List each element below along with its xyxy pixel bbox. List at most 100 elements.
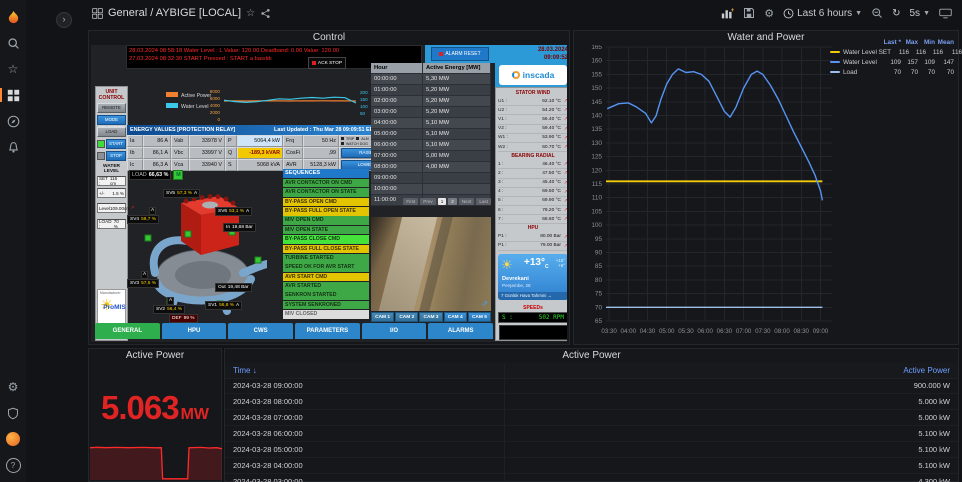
tab-i-o[interactable]: I/O bbox=[361, 323, 427, 339]
weather-forecast-link[interactable]: 7 Günlük Hava Tahmini → bbox=[498, 291, 567, 300]
grafana-logo-icon[interactable] bbox=[3, 7, 23, 27]
mimic-label-in: In 19,68 Bar bbox=[223, 223, 256, 232]
camera-button[interactable]: CAM 2 bbox=[395, 312, 419, 322]
svg-text:04:00: 04:00 bbox=[621, 328, 637, 335]
refresh-button[interactable]: ↻ bbox=[892, 8, 900, 19]
hour-table-row: 10:00:00 bbox=[371, 184, 491, 195]
dashboards-icon[interactable] bbox=[0, 85, 23, 105]
user-avatar[interactable] bbox=[3, 429, 23, 449]
pagination-button[interactable]: Prev bbox=[420, 198, 436, 205]
table-row: 2024-03-28 05:00:00 5.100 kW bbox=[225, 442, 958, 458]
svg-text:06:30: 06:30 bbox=[717, 328, 733, 335]
panel-title[interactable]: Active Power bbox=[225, 349, 958, 363]
time-range-label: Last 6 hours bbox=[797, 7, 853, 19]
sequences-panel: SEQUENCES AVR CONTACTOR ON CMD AVR CONTAC… bbox=[283, 169, 369, 321]
breadcrumb[interactable]: General / AYBIGE [LOCAL] ☆ bbox=[92, 7, 271, 19]
load-mode-button[interactable]: LOAD bbox=[97, 127, 126, 137]
time-range-picker[interactable]: Last 6 hours ▼ bbox=[783, 8, 862, 19]
water-power-chart-svg[interactable]: 165 160 155 150 145 140 135 130 125 120 115 110 105 1… bbox=[576, 44, 838, 341]
hour-table-cell: 5,20 MW bbox=[423, 107, 491, 118]
camera-button[interactable]: CAM 4 bbox=[443, 312, 467, 322]
camera-button[interactable]: CAM 1 bbox=[371, 312, 395, 322]
brand-area: inscada bbox=[495, 63, 567, 87]
help-icon[interactable]: ? bbox=[3, 455, 23, 475]
water-power-chart[interactable]: 165 160 155 150 145 140 135 130 125 120 115 110 105 1… bbox=[576, 44, 838, 346]
legend-stat-header[interactable]: Last * bbox=[883, 39, 901, 46]
sequence-step: SYSTEM SENKRONED bbox=[283, 300, 369, 310]
legend-series-name[interactable]: Water Level SET bbox=[830, 49, 891, 56]
legend-stat-header[interactable]: Mean bbox=[935, 39, 954, 46]
legend-series-name[interactable]: Load bbox=[830, 69, 883, 76]
legend-series-name[interactable]: Water Level bbox=[830, 59, 883, 66]
camera-button[interactable]: CAM 3 bbox=[419, 312, 443, 322]
panel-title[interactable]: Control bbox=[89, 31, 569, 45]
stop-button[interactable]: STOP bbox=[106, 151, 126, 161]
scada-screen: 28.03.2024 08:58:18 Water Level : L Valu… bbox=[91, 45, 567, 342]
alerting-bell-icon[interactable] bbox=[3, 137, 23, 157]
legend-stat-value: 109 bbox=[890, 58, 901, 66]
tab-general[interactable]: GENERAL bbox=[95, 323, 160, 339]
configuration-gear-icon[interactable]: ⚙ bbox=[3, 377, 23, 397]
search-icon[interactable] bbox=[3, 33, 23, 53]
kiosk-mode-button[interactable] bbox=[939, 8, 952, 19]
ack-stop-button[interactable]: ACK STOP bbox=[308, 57, 346, 69]
sidebar-expand-button[interactable]: › bbox=[56, 12, 72, 28]
pagination-button[interactable]: 2 bbox=[448, 198, 457, 205]
favorite-star-icon[interactable]: ☆ bbox=[246, 8, 255, 19]
svg-text:70: 70 bbox=[595, 304, 603, 311]
alarm-reset-button[interactable]: ALARM RESET bbox=[431, 47, 489, 61]
starred-icon[interactable]: ☆ bbox=[3, 59, 23, 79]
manufacturer-logo: Manufacturer ☀ ProMIS bbox=[97, 289, 126, 325]
unit-mini-chart[interactable]: Active Power Water Level 8000 6000 4000 2000 0… bbox=[118, 86, 372, 122]
alarm-log-line: 27.03.2024 08:32:30 START Pressed : STAR… bbox=[129, 56, 272, 62]
temperature-row: V2 :59.40 °C ↗ bbox=[498, 125, 567, 134]
load-setpoint-field[interactable]: LOAD :70 % bbox=[97, 219, 126, 229]
zoom-out-button[interactable] bbox=[871, 7, 883, 19]
legend-stat-header[interactable]: Min bbox=[918, 39, 935, 46]
hour-table-cell: 5,20 MW bbox=[423, 85, 491, 96]
legend-stat-value: 70 bbox=[927, 68, 935, 76]
start-button[interactable]: START bbox=[106, 139, 126, 149]
tab-alarms[interactable]: ALARMS bbox=[428, 323, 494, 339]
camera-button[interactable]: CAM 5 bbox=[467, 312, 492, 322]
power-column-header[interactable]: Active Power bbox=[903, 366, 950, 375]
panel-title[interactable]: Active Power bbox=[89, 349, 221, 363]
water-level-tolerance-field[interactable]: +/- 1.5 % bbox=[97, 188, 126, 198]
pagination-button[interactable]: Last bbox=[476, 198, 491, 205]
refresh-interval-dropdown[interactable]: 5s ▼ bbox=[910, 8, 931, 19]
water-level-set-field[interactable]: SET :116 cm bbox=[97, 176, 126, 186]
table-cell-time: 2024-03-28 07:00:00 bbox=[233, 413, 303, 422]
turbine-mimic: A A A SV5 57,3 % A SV4 58,7 % SV6 53,1 % A In 19,… bbox=[127, 183, 281, 323]
sequence-step: BY-PASS FULL OPEN STATE bbox=[283, 206, 369, 216]
save-dashboard-button[interactable] bbox=[743, 7, 755, 19]
sequence-step: MIV OPEN STATE bbox=[283, 225, 369, 235]
pagination-button[interactable]: First bbox=[403, 198, 419, 205]
pagination-button[interactable]: Next bbox=[458, 198, 475, 205]
table-cell-power: 5.100 kW bbox=[918, 429, 950, 438]
svg-text:4000: 4000 bbox=[210, 103, 221, 108]
camera-view: ⇗ bbox=[371, 217, 491, 311]
share-icon[interactable] bbox=[260, 8, 271, 19]
dashboard-settings-button[interactable]: ⚙ bbox=[764, 7, 774, 20]
add-panel-button[interactable]: + bbox=[721, 7, 734, 20]
energy-cell: 33997 V bbox=[189, 147, 225, 159]
mimic-label-def: DEF 99 % bbox=[169, 314, 198, 323]
server-admin-shield-icon[interactable] bbox=[3, 403, 23, 423]
energy-cell: Ib bbox=[127, 147, 143, 159]
legend-stat-value: 116 bbox=[915, 48, 927, 56]
ptz-arrow-icon[interactable]: ⇗ bbox=[481, 299, 488, 308]
svg-text:95: 95 bbox=[595, 236, 603, 243]
tab-hpu[interactable]: HPU bbox=[161, 323, 227, 339]
hour-table-header[interactable]: Active Energy [MW] bbox=[423, 63, 491, 74]
temps-section-title: BEARING RADIAL bbox=[511, 153, 555, 160]
tab-cws[interactable]: CWS bbox=[228, 323, 294, 339]
hour-table-row: 05:00:00 5,10 MW bbox=[371, 129, 491, 140]
tab-parameters[interactable]: PARAMETERS bbox=[295, 323, 360, 339]
energy-cell: -189,3 kVAR bbox=[237, 147, 283, 159]
hour-table-header[interactable]: Hour bbox=[371, 63, 423, 74]
legend-stat-header[interactable]: Max bbox=[901, 39, 918, 46]
svg-text:0: 0 bbox=[217, 117, 220, 122]
explore-compass-icon[interactable] bbox=[3, 111, 23, 131]
pagination-button[interactable]: 1 bbox=[437, 198, 447, 205]
time-column-header[interactable]: Time ↓ bbox=[233, 366, 257, 375]
